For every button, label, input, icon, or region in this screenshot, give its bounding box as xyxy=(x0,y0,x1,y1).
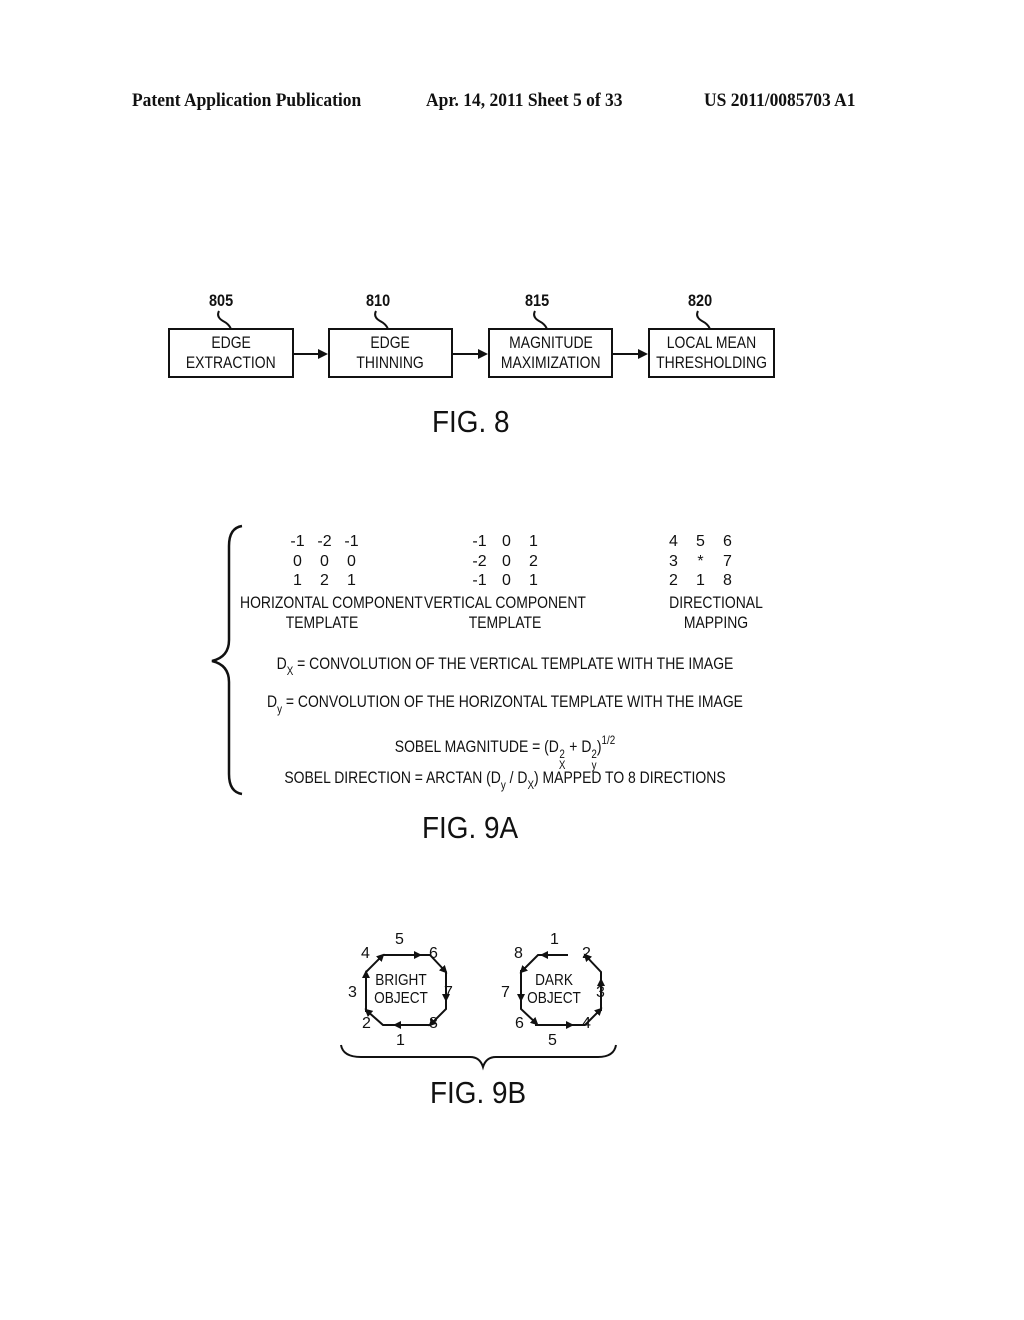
dark-dir-left: 7 xyxy=(501,984,510,1001)
fig9b-drawing xyxy=(340,951,617,1071)
dark-dir-bottom-right: 4 xyxy=(582,1015,591,1032)
bright-dir-right: 7 xyxy=(444,984,453,1001)
bright-dir-bottom-right: 8 xyxy=(429,1015,438,1032)
bottom-curly-brace xyxy=(340,1044,617,1071)
bright-dir-top-left: 4 xyxy=(361,945,370,962)
label-line1: DARK xyxy=(535,972,573,989)
label-line2: OBJECT xyxy=(374,990,428,1007)
fig9b-label: FIG. 9B xyxy=(430,1075,527,1110)
dark-dir-top-right: 2 xyxy=(582,945,591,962)
dark-object-label: DARK OBJECT xyxy=(520,972,588,1008)
bright-dir-top: 5 xyxy=(395,931,404,948)
label-line2: OBJECT xyxy=(527,990,581,1007)
dark-dir-right: 3 xyxy=(596,984,605,1001)
dark-dir-top: 1 xyxy=(550,931,559,948)
bright-dir-bottom: 1 xyxy=(396,1032,405,1049)
bright-dir-top-right: 6 xyxy=(429,945,438,962)
bright-object-label: BRIGHT OBJECT xyxy=(367,972,435,1008)
bright-dir-left: 3 xyxy=(348,984,357,1001)
label-line1: BRIGHT xyxy=(375,972,427,989)
dark-dir-bottom: 5 xyxy=(548,1032,557,1049)
dark-dir-top-left: 8 xyxy=(514,945,523,962)
bright-dir-bottom-left: 2 xyxy=(362,1015,371,1032)
dark-dir-bottom-left: 6 xyxy=(515,1015,524,1032)
